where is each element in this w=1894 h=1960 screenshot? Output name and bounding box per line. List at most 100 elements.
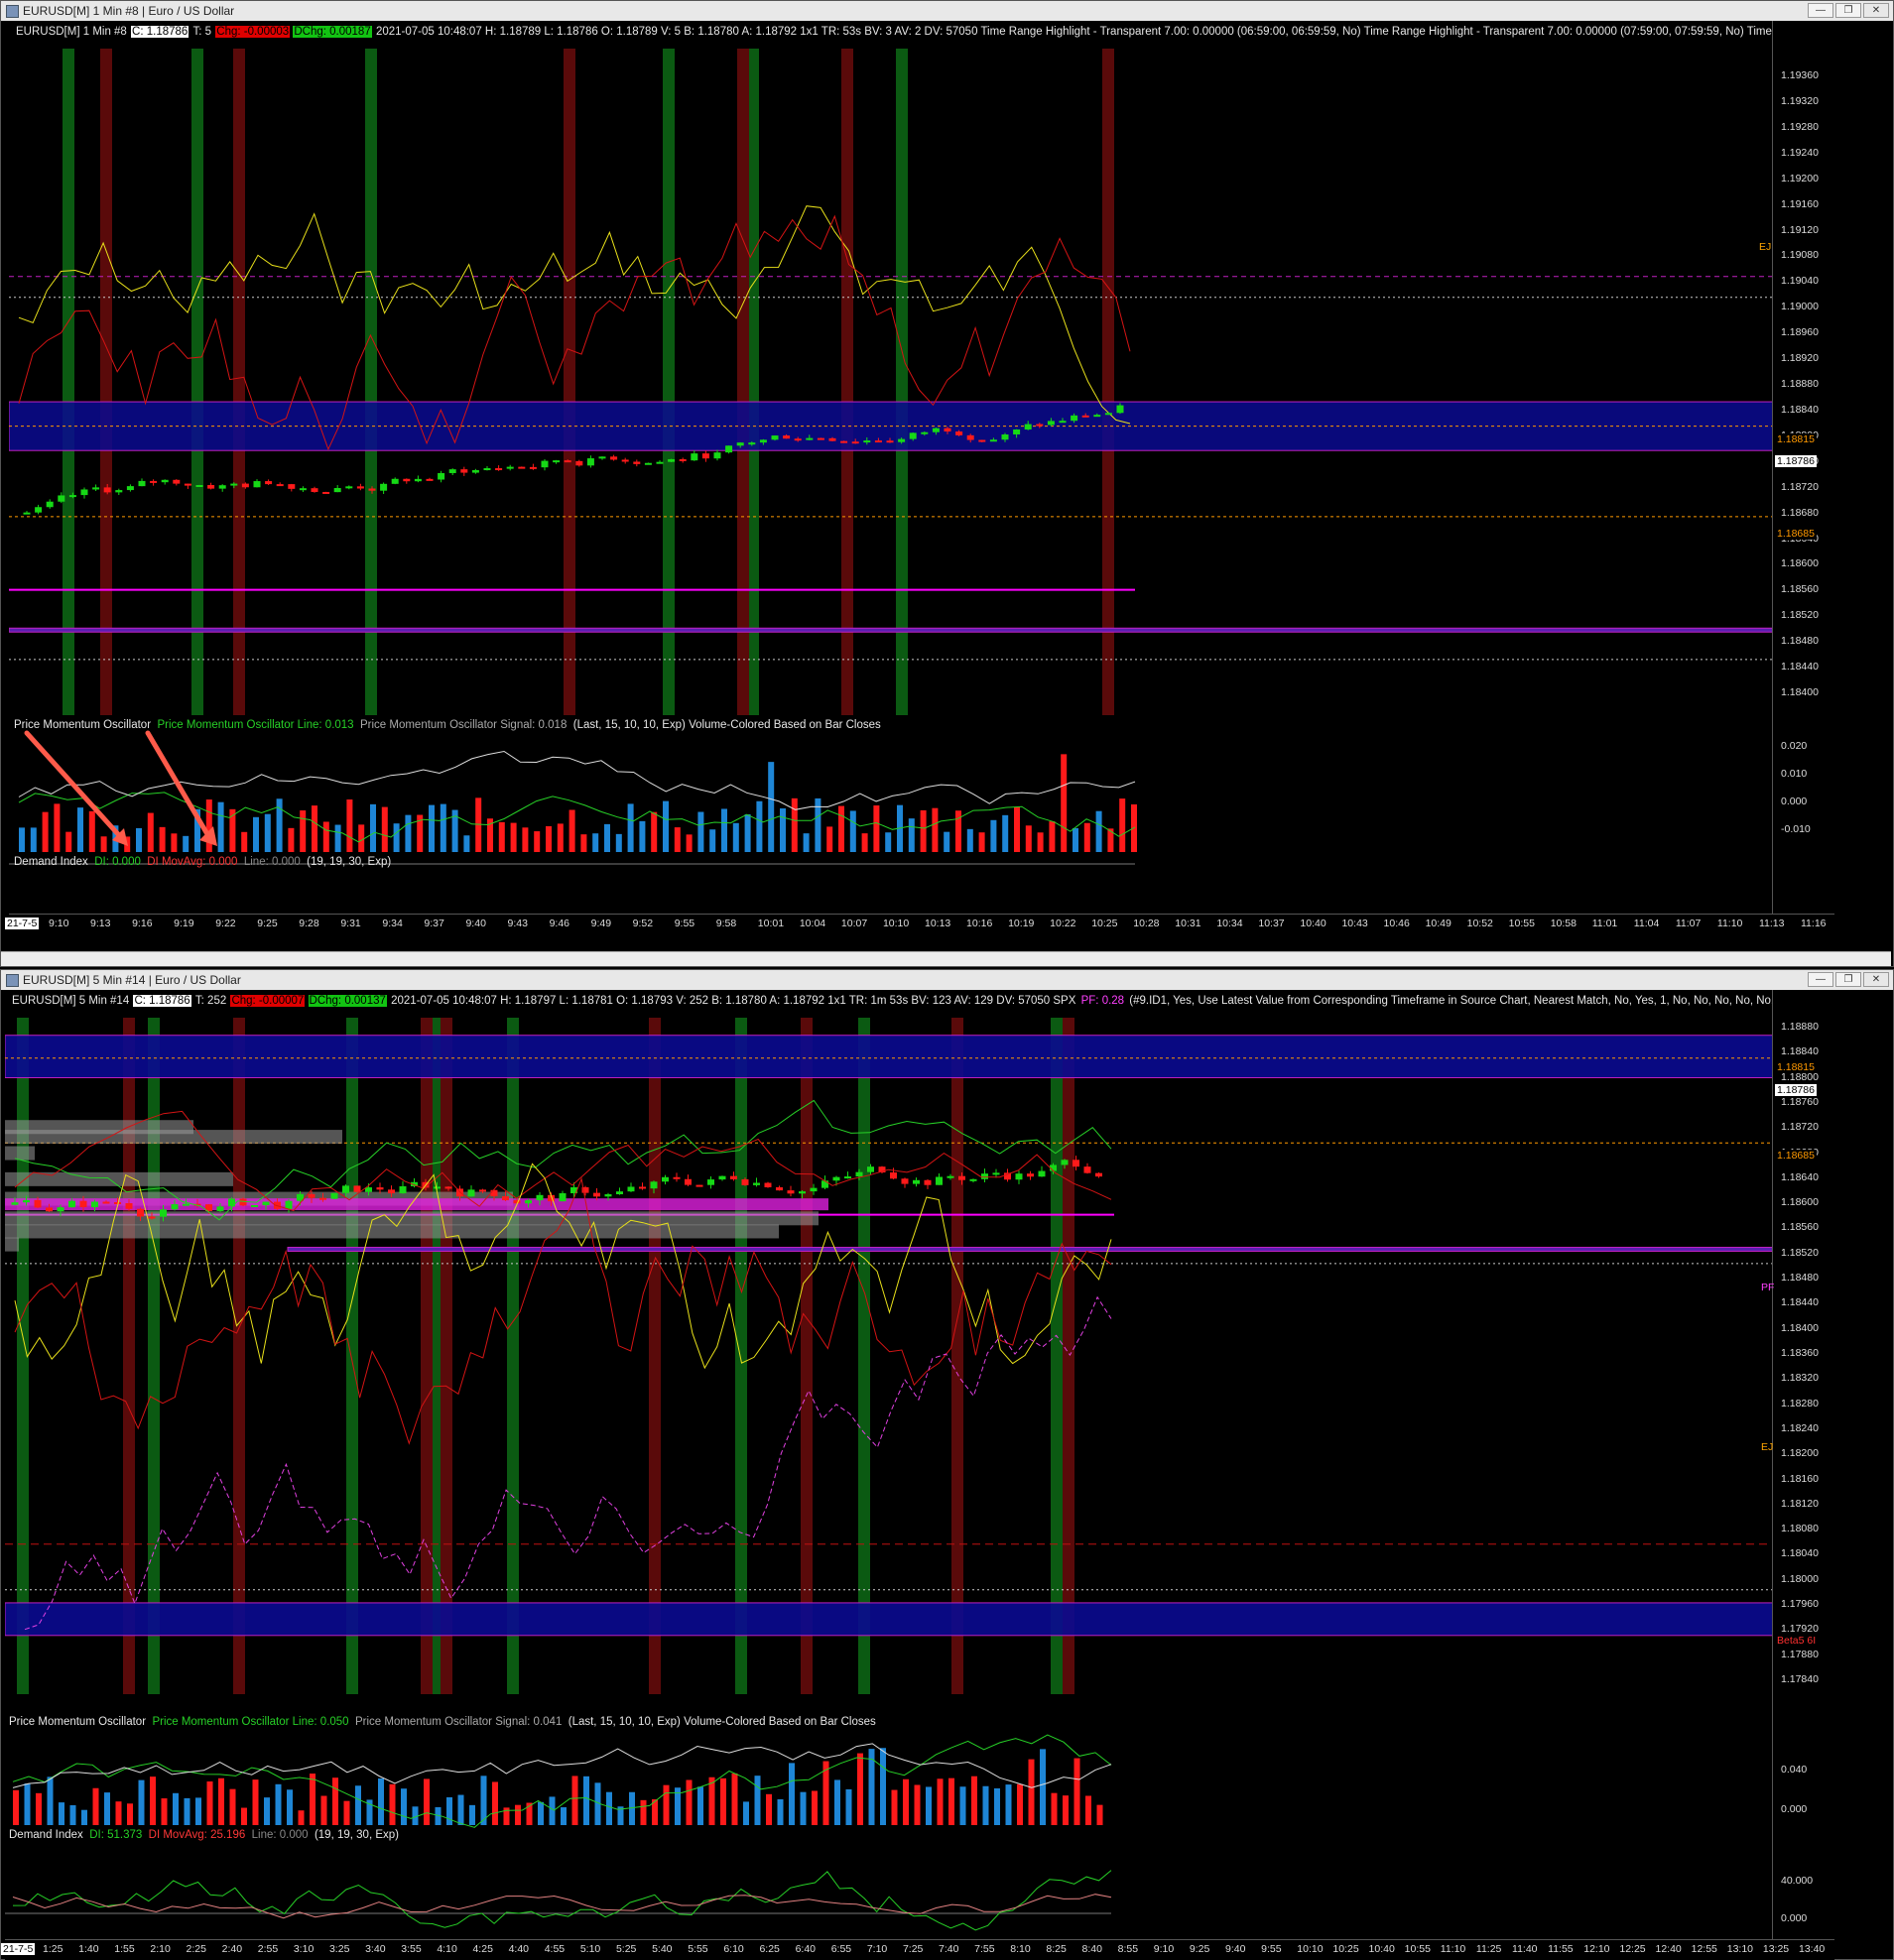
time-tick: 10:28 <box>1133 918 1160 929</box>
time-tick: 2:40 <box>221 1943 243 1955</box>
candle-body <box>330 1192 338 1199</box>
di-movavg-value: DI MovAvg: 0.000 <box>147 856 238 868</box>
volume-bar <box>241 1807 247 1825</box>
candle-body <box>966 434 974 440</box>
candle-body <box>161 479 169 483</box>
time-tick: 4:10 <box>437 1943 457 1955</box>
volume-profile-bar <box>5 1130 342 1145</box>
top-di-label: Demand Index DI: 0.000 DI MovAvg: 0.000 … <box>14 856 391 868</box>
level-purple-band <box>287 1246 1774 1252</box>
date-label: 21-7-5 <box>5 918 40 929</box>
candle-body <box>1001 433 1009 440</box>
candle-body <box>495 468 503 471</box>
candle-body <box>598 456 606 459</box>
bottom-chart-window: EURUSD[M] 5 Min #14 | Euro / US Dollar —… <box>0 969 1894 1960</box>
volume-bar <box>731 1773 738 1825</box>
time-highlight-red <box>649 1018 661 1694</box>
volume-bar <box>275 1783 282 1825</box>
candle-body <box>525 1200 532 1204</box>
candle-body <box>483 468 491 471</box>
restore-icon[interactable]: ❐ <box>1835 972 1861 987</box>
ej-label: EJ <box>1759 241 1772 253</box>
top-time-axis[interactable]: 21-7-5 9:10 9:13 9:16 9:19 9:22 9:25 9:28 9:31 9:… <box>5 914 1834 934</box>
volume-bar <box>880 1748 886 1825</box>
minimize-icon[interactable]: — <box>1808 3 1833 18</box>
candle-body <box>460 469 468 473</box>
time-tick: 5:10 <box>579 1943 601 1955</box>
volume-bar <box>732 822 739 852</box>
volume-bar <box>150 1776 156 1825</box>
time-tick: 9:43 <box>507 918 528 929</box>
time-tick: 13:40 <box>1799 1943 1826 1955</box>
volume-bar <box>498 821 505 852</box>
volume-bar <box>640 1799 647 1825</box>
volume-bar <box>19 827 25 852</box>
supply-zone <box>5 1035 1774 1078</box>
candle-body <box>909 432 917 439</box>
time-tick: 10:25 <box>1332 1943 1359 1955</box>
price-tick: 1.18040 <box>1781 1547 1819 1560</box>
volume-bar <box>510 822 517 852</box>
volume-profile-bar <box>5 1237 19 1252</box>
time-tick: 10:01 <box>757 918 785 929</box>
volume-bar <box>253 816 259 852</box>
candle-body <box>444 1186 452 1189</box>
volume-bar <box>206 1780 213 1825</box>
candle-body <box>564 460 571 463</box>
top-scrollbar[interactable] <box>1 951 1891 966</box>
candle-body <box>844 1176 851 1179</box>
time-tick: 10:10 <box>1297 1943 1324 1955</box>
time-highlight-green <box>858 1018 870 1694</box>
time-tick: 6:25 <box>759 1943 780 1955</box>
time-tick: 5:55 <box>688 1943 708 1955</box>
time-highlight-red <box>421 1018 433 1694</box>
bottom-time-axis[interactable]: 21-7-5 1:25 1:40 1:55 2:10 2:25 2:40 2:55 3:10 3:… <box>1 1939 1834 1960</box>
bottom-price-axis[interactable]: 1.18880 1.18840 1.18800 1.18760 1.18720 1.186… <box>1761 990 1834 1939</box>
volume-profile-bar <box>5 1211 819 1226</box>
di-params: (19, 19, 30, Exp) <box>307 856 392 868</box>
volume-bar <box>47 1776 54 1825</box>
candle-body <box>171 1204 179 1210</box>
volume-bar <box>743 1801 749 1825</box>
candle-body <box>262 1201 270 1206</box>
top-titlebar[interactable]: EURUSD[M] 1 Min #8 | Euro / US Dollar — … <box>1 1 1893 21</box>
candle-body <box>673 1176 681 1179</box>
time-tick: 6:55 <box>830 1943 852 1955</box>
volume-bar <box>69 1804 76 1825</box>
bottom-chart-area[interactable]: EURUSD[M] 5 Min #14 C: 1.18786 T: 252 Ch… <box>1 990 1834 1960</box>
time-tick: 11:25 <box>1475 1943 1502 1955</box>
volume-bar <box>424 1778 430 1825</box>
candle-body <box>1071 415 1078 422</box>
volume-bar <box>812 1790 818 1825</box>
candle-body <box>541 460 549 468</box>
candle-body <box>863 440 871 443</box>
candle-body <box>828 437 836 441</box>
volume-bar <box>30 827 37 852</box>
volume-bar <box>88 810 95 852</box>
candle-body <box>679 458 687 461</box>
volume-profile-bar <box>5 1171 233 1186</box>
close-icon[interactable]: ✕ <box>1863 3 1889 18</box>
time-tick: 8:25 <box>1046 1943 1067 1955</box>
candle-body <box>11 1202 19 1205</box>
candle-body <box>898 438 906 442</box>
time-highlight-green <box>507 1018 519 1694</box>
volume-bar <box>138 1779 145 1825</box>
time-tick: 6:10 <box>723 1943 744 1955</box>
bottom-titlebar[interactable]: EURUSD[M] 5 Min #14 | Euro / US Dollar —… <box>1 970 1893 990</box>
candle-body <box>1081 415 1089 418</box>
volume-bar <box>1037 832 1044 852</box>
candle-body <box>333 488 341 493</box>
candle-body <box>448 469 456 473</box>
candle-body <box>810 1187 818 1192</box>
minimize-icon[interactable]: — <box>1808 972 1833 987</box>
time-tick: 10:52 <box>1466 918 1493 929</box>
volume-bar <box>971 1776 977 1825</box>
candle-body <box>388 1189 395 1194</box>
top-price-axis[interactable]: 1.19360 1.19320 1.19280 1.19240 1.19200 1.191… <box>1759 21 1834 914</box>
close-icon[interactable]: ✕ <box>1863 972 1889 987</box>
restore-icon[interactable]: ❐ <box>1835 3 1861 18</box>
volume-bar <box>903 1778 909 1825</box>
candle-body <box>1047 421 1055 426</box>
top-chart-area[interactable]: EURUSD[M] 1 Min #8 C: 1.18786 T: 5 Chg: … <box>5 21 1834 934</box>
